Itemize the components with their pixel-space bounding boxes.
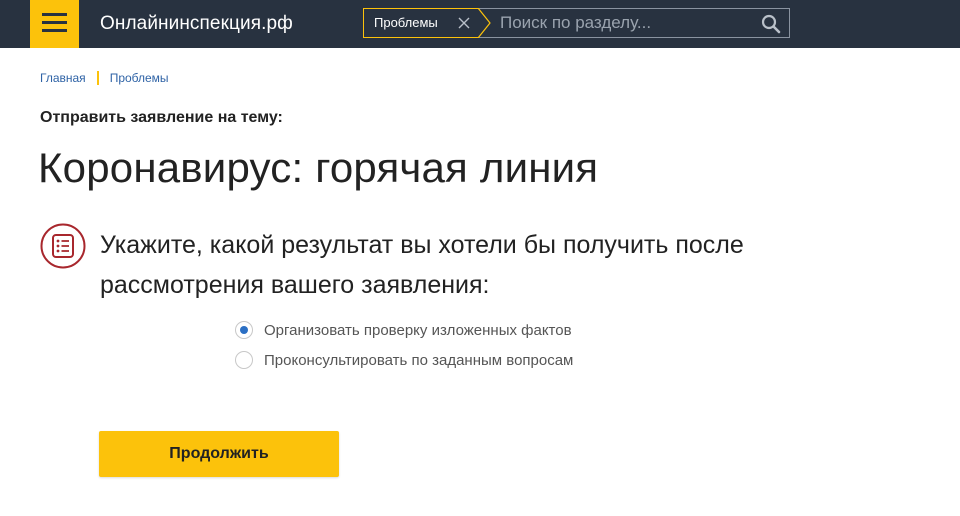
radio-inspection[interactable] [235, 321, 253, 339]
search-input[interactable] [500, 12, 750, 34]
radio-consultation[interactable] [235, 351, 253, 369]
breadcrumb-separator [96, 71, 99, 85]
search-scope-chip: Проблемы [363, 8, 478, 38]
option-label: Проконсультировать по заданным вопросам [264, 351, 574, 369]
question-text: Укажите, какой результат вы хотели бы по… [100, 231, 744, 299]
page-subtitle: Отправить заявление на тему: [40, 109, 283, 126]
list-document-icon [40, 223, 86, 269]
header: Онлайнинспекция.рф Проблемы [0, 0, 960, 48]
breadcrumb: Главная Проблемы [40, 71, 169, 85]
search-bar: Проблемы [363, 8, 790, 38]
close-icon[interactable] [457, 16, 471, 30]
hamburger-icon-line [42, 29, 67, 32]
hamburger-icon [42, 13, 67, 16]
page-title: Коронавирус: горячая линия [38, 144, 599, 191]
option-consultation[interactable]: Проконсультировать по заданным вопросам [235, 350, 573, 370]
search-scope-label: Проблемы [374, 15, 438, 30]
hamburger-icon-line [42, 21, 67, 24]
search-icon[interactable] [761, 14, 781, 34]
option-label: Организовать проверку изложенных фактов [264, 321, 572, 339]
breadcrumb-home[interactable]: Главная [40, 71, 86, 85]
menu-button[interactable] [30, 0, 79, 48]
result-options: Организовать проверку изложенных фактов … [235, 320, 573, 380]
site-logo[interactable]: Онлайнинспекция.рф [100, 13, 293, 35]
breadcrumb-problems[interactable]: Проблемы [110, 71, 169, 85]
continue-button[interactable]: Продолжить [99, 431, 339, 477]
option-inspection[interactable]: Организовать проверку изложенных фактов [235, 320, 573, 340]
chip-arrow-icon [478, 8, 491, 38]
